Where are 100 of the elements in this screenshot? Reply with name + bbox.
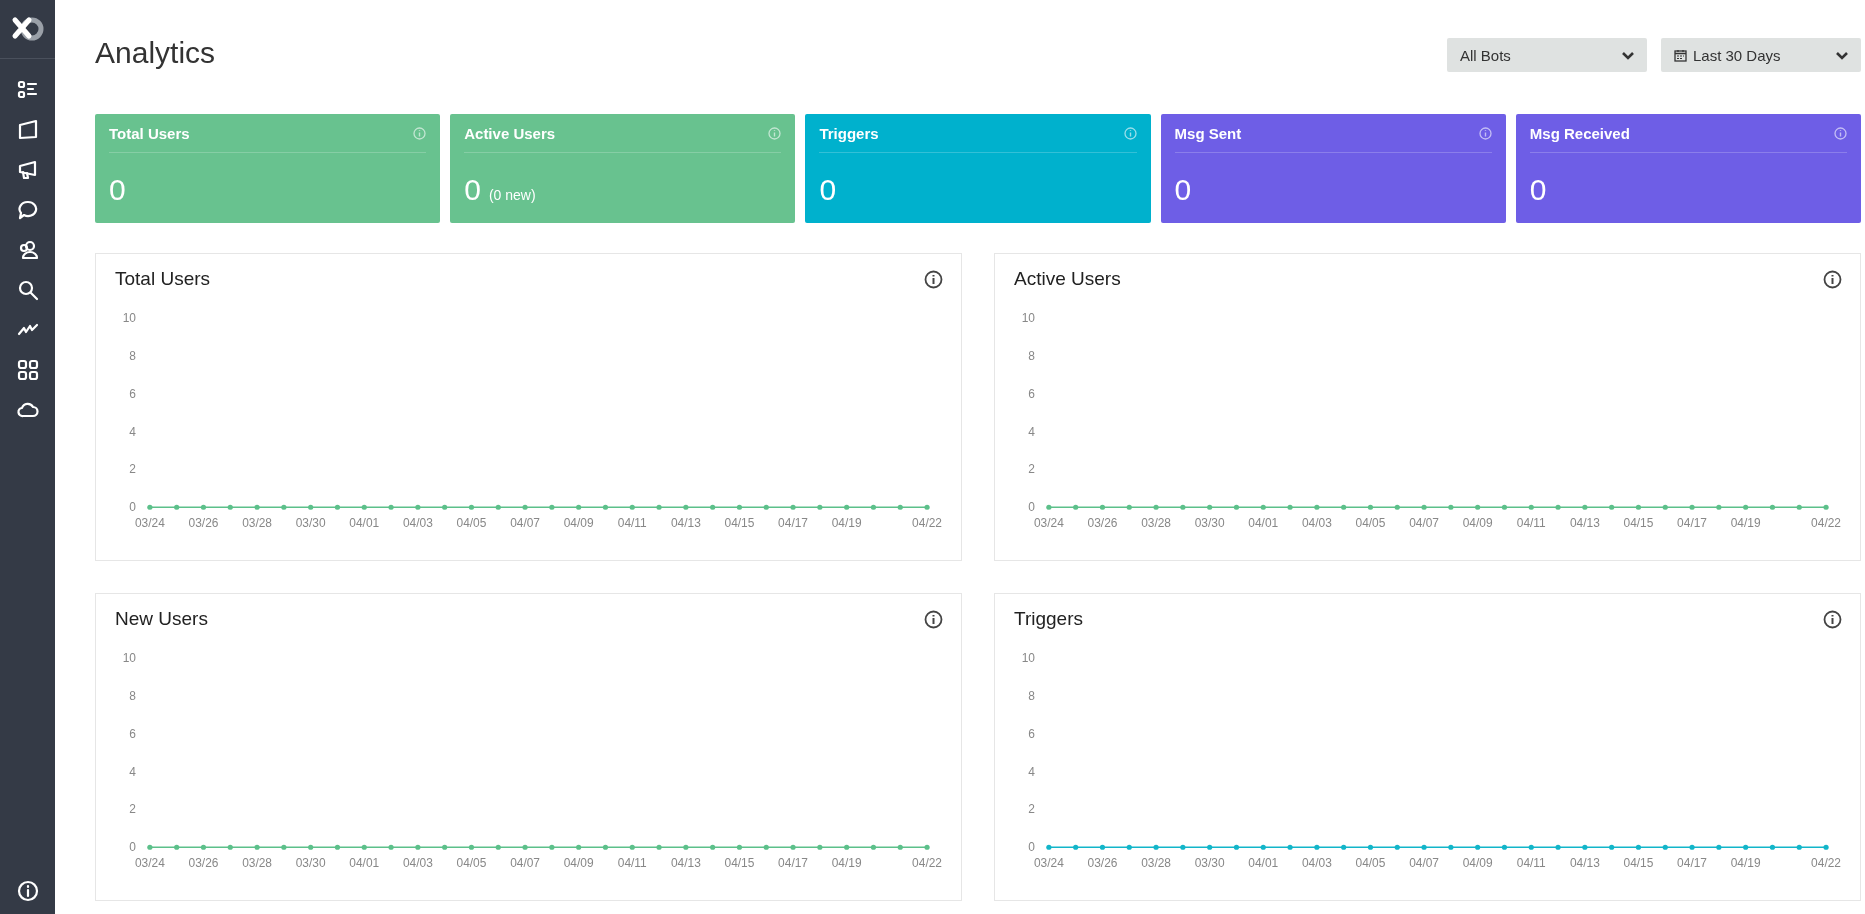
x-tick-label: 04/15: [724, 516, 755, 531]
x-tick-label: 04/11: [617, 856, 647, 871]
info-icon[interactable]: [924, 609, 943, 629]
y-tick-label: 10: [1021, 650, 1035, 665]
x-tick-label: 03/30: [1194, 856, 1225, 871]
x-tick-label: 04/11: [1516, 856, 1546, 871]
y-tick-label: 2: [1028, 802, 1035, 817]
x-tick-label: 03/26: [1087, 856, 1118, 871]
x-tick-label: 04/11: [617, 516, 647, 531]
x-tick-label: 04/07: [1409, 516, 1439, 531]
x-tick-label: 03/30: [295, 516, 326, 531]
chart-title: New Users: [115, 608, 208, 630]
x-tick-label: 04/17: [778, 856, 808, 871]
x-tick-label: 03/30: [1194, 516, 1225, 531]
x-tick-label: 04/03: [1301, 856, 1332, 871]
x-tick-label: 03/24: [1033, 516, 1064, 531]
y-tick-label: 4: [1028, 424, 1035, 439]
stat-label: Triggers: [819, 124, 879, 142]
page-title: Analytics: [95, 36, 216, 70]
x-tick-label: 03/28: [242, 516, 272, 531]
y-tick-label: 2: [129, 802, 136, 817]
y-tick-label: 6: [1028, 386, 1035, 401]
chevron-down-icon: [1621, 50, 1635, 60]
x-tick-label: 04/11: [1516, 516, 1546, 531]
y-tick-label: 0: [129, 840, 136, 855]
x-tick-label: 04/09: [563, 856, 594, 871]
x-tick-label: 03/24: [1033, 856, 1064, 871]
stat-value: 0: [464, 173, 481, 207]
y-tick-label: 10: [122, 310, 136, 325]
x-tick-label: 04/05: [1355, 516, 1386, 531]
x-tick-label: 04/13: [1569, 516, 1600, 531]
y-tick-label: 8: [1028, 348, 1035, 363]
calendar-icon: [1674, 48, 1687, 62]
x-tick-label: 04/19: [1730, 856, 1761, 871]
x-tick-label: 04/01: [1248, 856, 1279, 871]
x-tick-label: 04/13: [1569, 856, 1600, 871]
x-tick-label: 04/15: [1623, 856, 1654, 871]
y-tick-label: 4: [129, 424, 136, 439]
y-tick-label: 2: [129, 462, 136, 477]
x-tick-label: 03/26: [1087, 516, 1118, 531]
x-tick-label: 04/19: [831, 856, 862, 871]
x-tick-label: 04/03: [402, 856, 433, 871]
filter-dropdown[interactable]: All Bots: [1447, 38, 1647, 72]
filter-dropdown[interactable]: Last 30 Days: [1661, 38, 1861, 72]
x-tick-label: 04/05: [456, 856, 487, 871]
stat-label: Msg Received: [1529, 124, 1630, 142]
stat-label: Total Users: [109, 124, 190, 142]
logo-icon: [10, 16, 45, 42]
info-icon[interactable]: [1823, 609, 1842, 629]
x-tick-label: 03/26: [188, 516, 219, 531]
stat-note: (0 new): [488, 187, 536, 203]
x-tick-label: 04/13: [670, 856, 701, 871]
x-tick-label: 04/22: [1811, 516, 1841, 531]
chart-title: Triggers: [1014, 608, 1083, 630]
x-tick-label: 04/07: [1409, 856, 1439, 871]
chevron-down-icon: [1835, 50, 1849, 60]
x-tick-label: 04/15: [724, 856, 755, 871]
stat-value: 0: [1529, 173, 1547, 207]
x-tick-label: 03/26: [188, 856, 219, 871]
x-tick-label: 04/05: [1355, 856, 1386, 871]
x-tick-label: 04/15: [1623, 516, 1654, 531]
x-tick-label: 04/01: [1248, 516, 1279, 531]
y-tick-label: 4: [1028, 764, 1035, 779]
y-tick-label: 4: [129, 764, 136, 779]
x-tick-label: 04/19: [831, 516, 862, 531]
x-tick-label: 04/13: [670, 516, 701, 531]
x-tick-label: 03/28: [242, 856, 272, 871]
y-tick-label: 10: [122, 650, 136, 665]
info-icon[interactable]: [924, 269, 943, 289]
x-tick-label: 04/01: [349, 516, 380, 531]
y-tick-label: 0: [129, 500, 136, 515]
x-tick-label: 04/07: [510, 516, 540, 531]
x-tick-label: 04/03: [402, 516, 433, 531]
x-tick-label: 04/03: [1301, 516, 1332, 531]
chart-title: Active Users: [1014, 268, 1121, 290]
y-tick-label: 6: [1028, 726, 1035, 741]
y-tick-label: 6: [129, 386, 136, 401]
x-tick-label: 04/09: [1462, 516, 1493, 531]
info-icon[interactable]: [1823, 269, 1842, 289]
y-tick-label: 0: [1028, 840, 1035, 855]
y-tick-label: 6: [129, 726, 136, 741]
x-tick-label: 04/05: [456, 516, 487, 531]
x-tick-label: 04/17: [1677, 516, 1707, 531]
x-tick-label: 03/24: [134, 856, 165, 871]
x-tick-label: 04/22: [912, 856, 942, 871]
y-tick-label: 8: [129, 348, 136, 363]
stat-value: 0: [1174, 173, 1192, 207]
x-tick-label: 04/22: [912, 516, 942, 531]
stat-label: Active Users: [464, 124, 556, 142]
stat-value: 0: [819, 173, 837, 207]
stat-value: 0: [109, 173, 126, 207]
x-tick-label: 04/17: [778, 516, 808, 531]
chart-title: Total Users: [115, 268, 211, 290]
x-tick-label: 04/09: [563, 516, 594, 531]
x-tick-label: 04/07: [510, 856, 540, 871]
x-tick-label: 04/01: [349, 856, 380, 871]
y-tick-label: 10: [1021, 310, 1035, 325]
x-tick-label: 03/24: [134, 516, 165, 531]
stat-label: Msg Sent: [1174, 124, 1242, 142]
y-tick-label: 8: [1028, 688, 1035, 703]
